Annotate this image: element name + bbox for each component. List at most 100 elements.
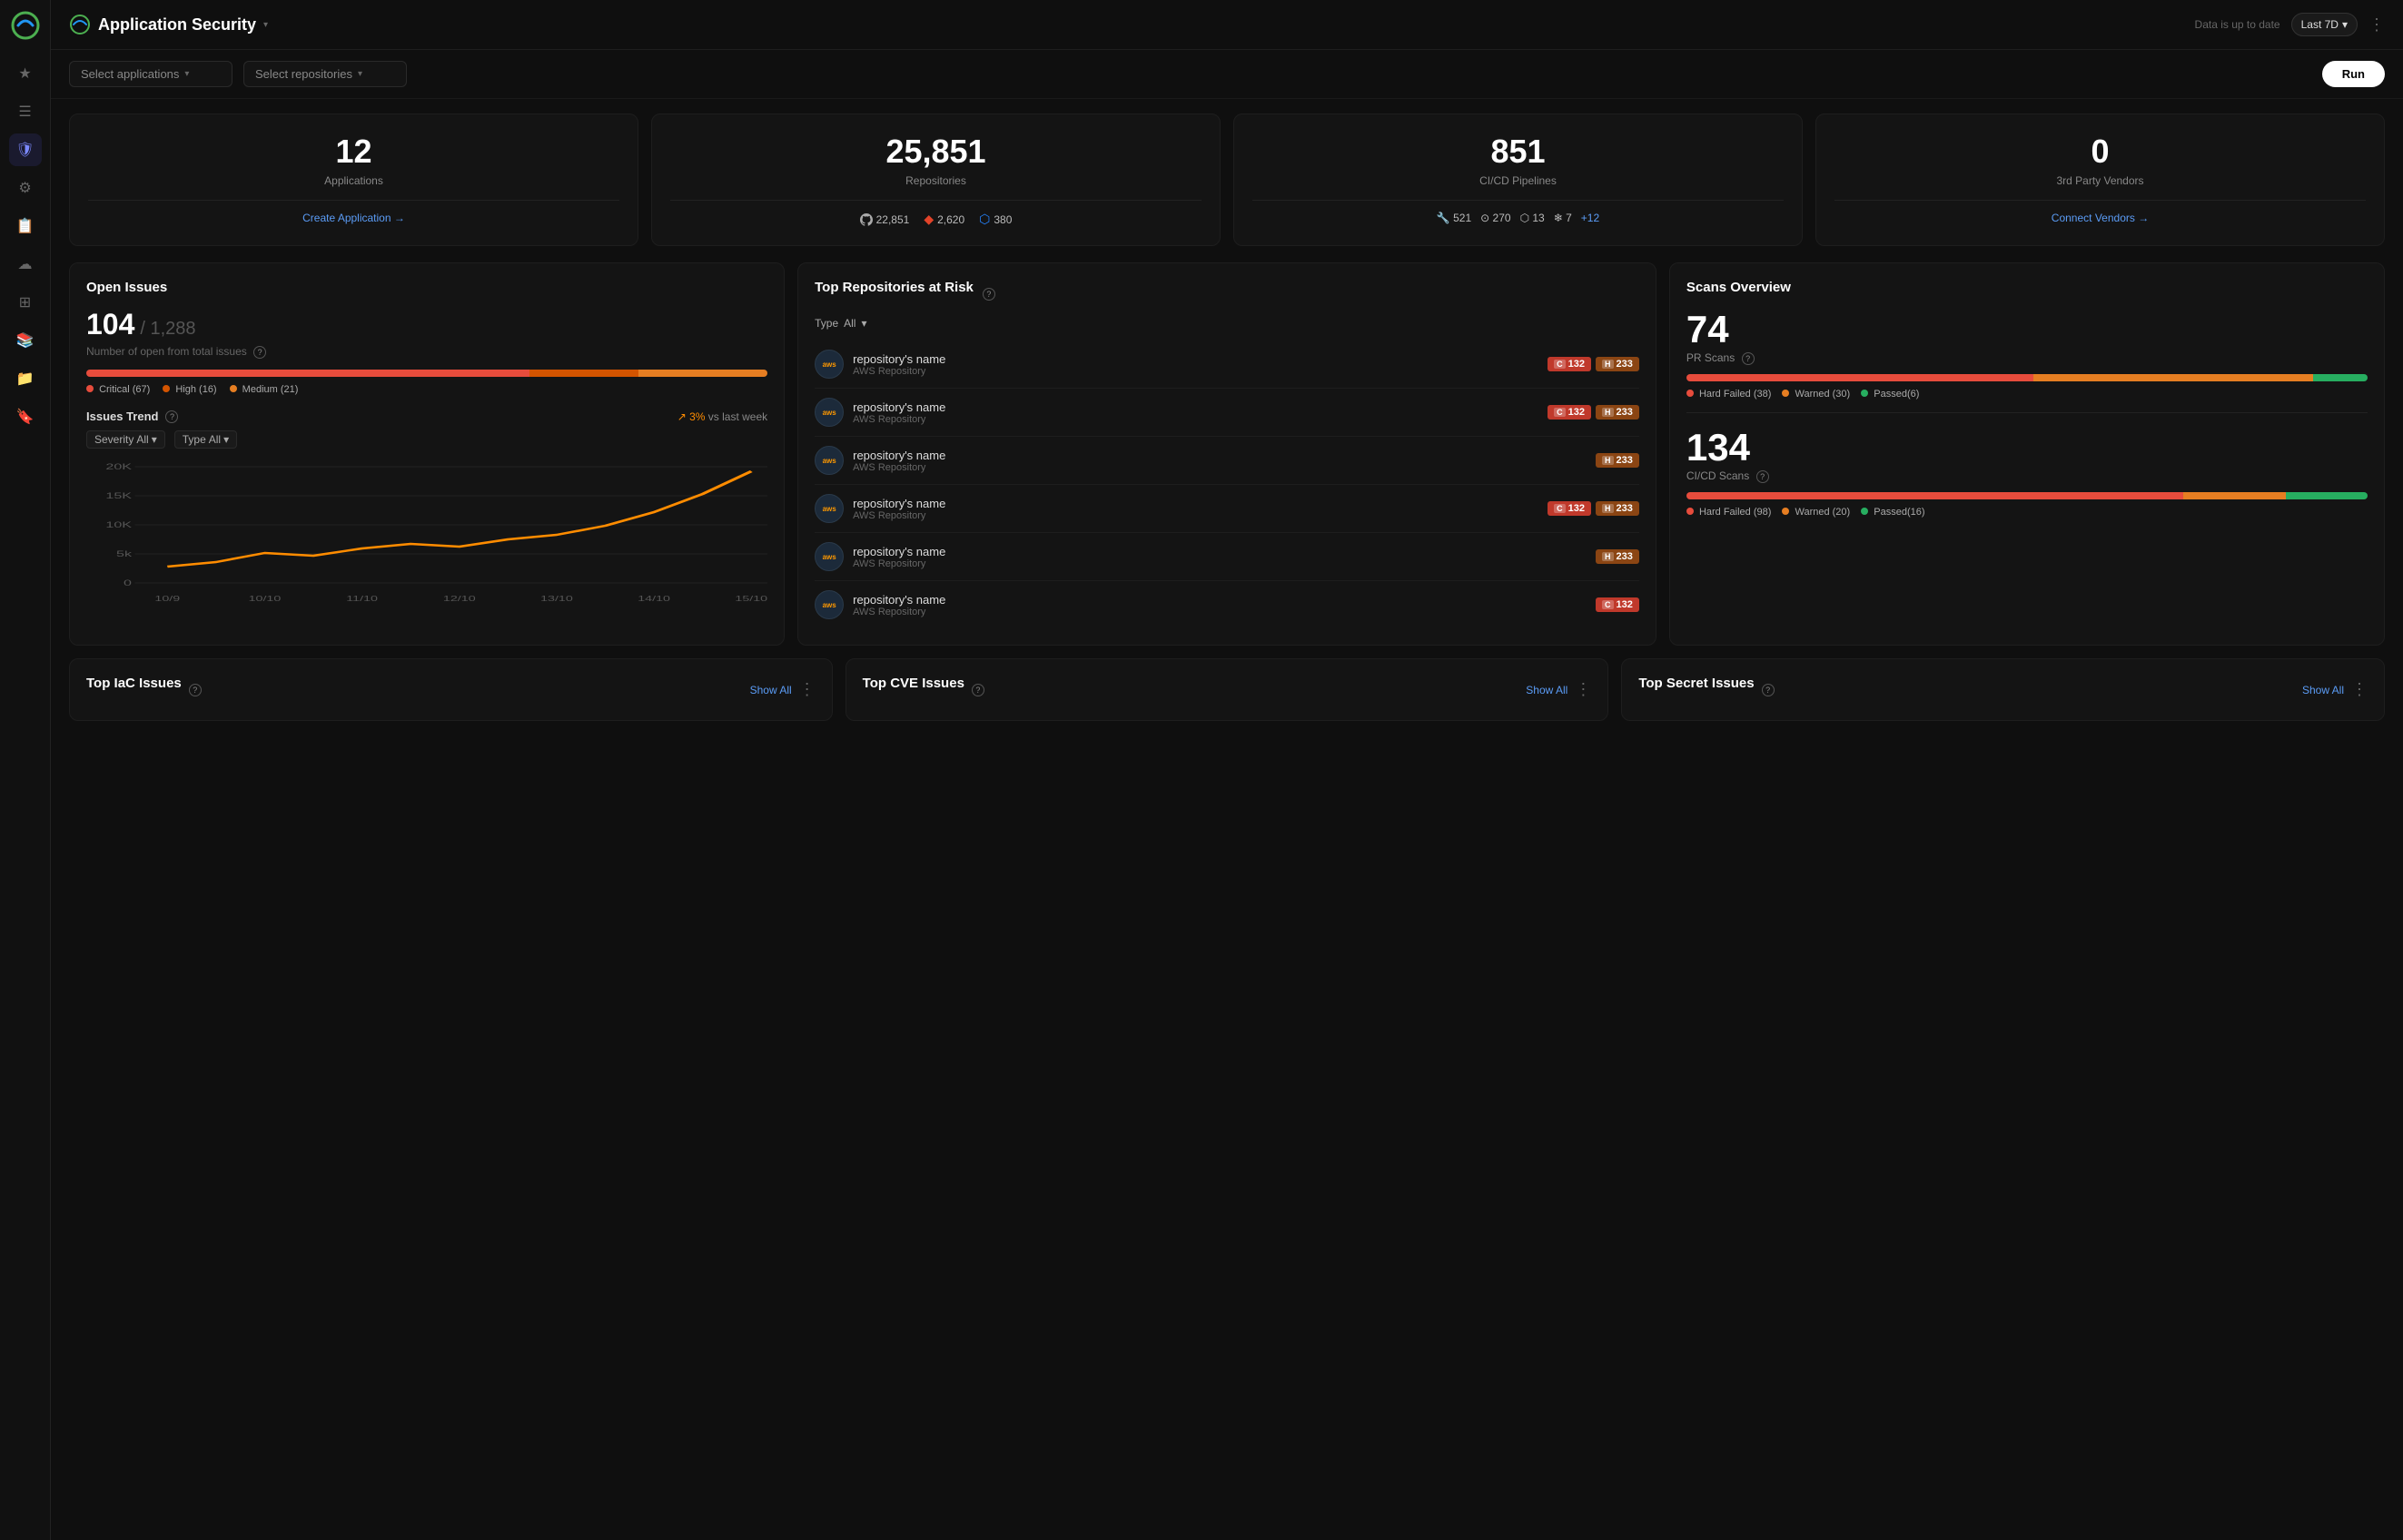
secret-help-icon[interactable]: ?: [1762, 684, 1775, 696]
repo-sources: 22,851 ◆ 2,620 ⬡ 380: [670, 212, 1202, 227]
svg-text:15K: 15K: [105, 491, 132, 500]
secret-header: Top Secret Issues ? Show All ⋮: [1638, 676, 2368, 704]
github-count: 22,851: [860, 213, 910, 226]
sidebar: ★ ☰ 🛡 ⚙ 📋 ☁ ⊞ 📚 📁 🔖: [0, 0, 51, 1540]
cicd-scans-legend: Hard Failed (98) Warned (20) Passed(16): [1686, 507, 2368, 518]
app-label: Applications: [88, 174, 619, 187]
sidebar-item-shield[interactable]: 🛡: [9, 133, 42, 166]
medium-legend: Medium (21): [230, 384, 299, 395]
repo-badges: C132: [1596, 597, 1639, 612]
cicd-scans-help[interactable]: ?: [1756, 470, 1769, 483]
pr-scans-bar: [1686, 374, 2368, 381]
trend-title-text: Issues Trend ?: [86, 410, 178, 423]
repos-chevron: ▾: [358, 69, 362, 79]
cve-title: Top CVE Issues: [863, 676, 964, 691]
repo-name: repository's name: [853, 400, 1538, 414]
svg-text:13/10: 13/10: [540, 596, 573, 603]
topbar-left: Application Security ▾: [69, 14, 268, 35]
sidebar-item-stack[interactable]: 📚: [9, 324, 42, 357]
trend-header: Issues Trend ? ↗ 3% vs last week: [86, 410, 767, 423]
repo-info: repository's name AWS Repository: [853, 545, 1587, 569]
trend-filters: Severity All ▾ Type All ▾: [86, 430, 767, 449]
run-button[interactable]: Run: [2322, 61, 2385, 87]
repo-item: aws repository's name AWS Repository C13…: [815, 581, 1639, 628]
middle-row: Open Issues 104 / 1,288 Number of open f…: [69, 262, 2385, 646]
cve-help-icon[interactable]: ?: [972, 684, 984, 696]
iac-issues-panel: Top IaC Issues ? Show All ⋮: [69, 658, 833, 721]
cve-issues-panel: Top CVE Issues ? Show All ⋮: [846, 658, 1609, 721]
apps-select[interactable]: Select applications ▾: [69, 61, 232, 87]
sidebar-item-cloud[interactable]: ☁: [9, 248, 42, 281]
iac-kebab[interactable]: ⋮: [799, 680, 816, 699]
topbar-right: Data is up to date Last 7D ▾ ⋮: [2195, 13, 2385, 36]
logo: [11, 11, 40, 43]
svg-text:10/10: 10/10: [249, 596, 282, 603]
bitbucket-count: ⬡ 380: [979, 212, 1012, 227]
high-badge: H233: [1596, 549, 1639, 564]
cve-kebab[interactable]: ⋮: [1575, 680, 1591, 699]
apps-chevron: ▾: [184, 69, 189, 79]
aws-avatar: aws: [815, 542, 844, 571]
svg-text:15/10: 15/10: [735, 596, 767, 603]
cicd-item-1: 🔧 521: [1437, 212, 1471, 224]
sidebar-item-tag[interactable]: 🔖: [9, 400, 42, 433]
stat-card-cicd: 851 CI/CD Pipelines 🔧 521 ⊙ 270 ⬡ 13 ❄ 7…: [1233, 114, 1803, 246]
sidebar-item-list[interactable]: ☰: [9, 95, 42, 128]
repos-select[interactable]: Select repositories ▾: [243, 61, 407, 87]
topbar: Application Security ▾ Data is up to dat…: [51, 0, 2403, 50]
data-status: Data is up to date: [2195, 18, 2280, 31]
repo-badges: C132 H233: [1548, 501, 1639, 516]
app-count: 12: [88, 133, 619, 171]
high-legend: High (16): [163, 384, 216, 395]
svg-text:11/10: 11/10: [346, 596, 378, 603]
repo-sub: AWS Repository: [853, 510, 1538, 521]
repo-badges: C132 H233: [1548, 405, 1639, 420]
repo-label: Repositories: [670, 174, 1202, 187]
stat-cards: 12 Applications Create Application → 25,…: [69, 114, 2385, 246]
sidebar-item-star[interactable]: ★: [9, 57, 42, 90]
issues-help-icon[interactable]: ?: [253, 346, 266, 359]
top-repos-help-icon[interactable]: ?: [983, 288, 995, 301]
top-repos-panel: Top Repositories at Risk ? Type All ▾ aw…: [797, 262, 1656, 646]
repo-item: aws repository's name AWS Repository C13…: [815, 485, 1639, 533]
repo-info: repository's name AWS Repository: [853, 593, 1587, 617]
pr-scans-help[interactable]: ?: [1742, 352, 1755, 365]
time-select[interactable]: Last 7D ▾: [2291, 13, 2358, 36]
repo-name: repository's name: [853, 497, 1538, 510]
aws-avatar: aws: [815, 446, 844, 475]
create-app-link[interactable]: Create Application →: [88, 212, 619, 224]
repo-filter-chevron[interactable]: ▾: [861, 317, 866, 330]
repo-sub: AWS Repository: [853, 558, 1587, 569]
sidebar-item-folder[interactable]: 📁: [9, 362, 42, 395]
cve-show-all[interactable]: Show All: [1526, 684, 1567, 696]
main-content: Application Security ▾ Data is up to dat…: [51, 0, 2403, 1540]
title-chevron[interactable]: ▾: [263, 20, 268, 30]
type-filter[interactable]: Type All ▾: [174, 430, 237, 449]
severity-filter[interactable]: Severity All ▾: [86, 430, 165, 449]
connect-vendors-link[interactable]: Connect Vendors →: [1834, 212, 2366, 224]
sidebar-item-settings[interactable]: ⚙: [9, 172, 42, 204]
repo-item: aws repository's name AWS Repository H23…: [815, 533, 1639, 581]
aws-avatar: aws: [815, 350, 844, 379]
sidebar-item-clipboard[interactable]: 📋: [9, 210, 42, 242]
vendors-label: 3rd Party Vendors: [1834, 174, 2366, 187]
trend-badge: ↗ 3% vs last week: [677, 410, 767, 423]
app-icon: [69, 14, 91, 35]
iac-help-icon[interactable]: ?: [189, 684, 202, 696]
iac-show-all[interactable]: Show All: [750, 684, 792, 696]
svg-text:10K: 10K: [105, 520, 132, 529]
repo-sub: AWS Repository: [853, 414, 1538, 425]
critical-legend: Critical (67): [86, 384, 150, 395]
cicd-more: +12: [1581, 212, 1599, 224]
repo-count: 25,851: [670, 133, 1202, 171]
sidebar-item-grid[interactable]: ⊞: [9, 286, 42, 319]
open-total: / 1,288: [140, 319, 195, 340]
trend-help-icon[interactable]: ?: [165, 410, 178, 423]
aws-avatar: aws: [815, 494, 844, 523]
stat-card-vendors: 0 3rd Party Vendors Connect Vendors →: [1815, 114, 2385, 246]
secret-kebab[interactable]: ⋮: [2351, 680, 2368, 699]
kebab-menu[interactable]: ⋮: [2368, 15, 2385, 35]
secret-show-all[interactable]: Show All: [2302, 684, 2344, 696]
repo-info: repository's name AWS Repository: [853, 497, 1538, 521]
stat-card-applications: 12 Applications Create Application →: [69, 114, 638, 246]
